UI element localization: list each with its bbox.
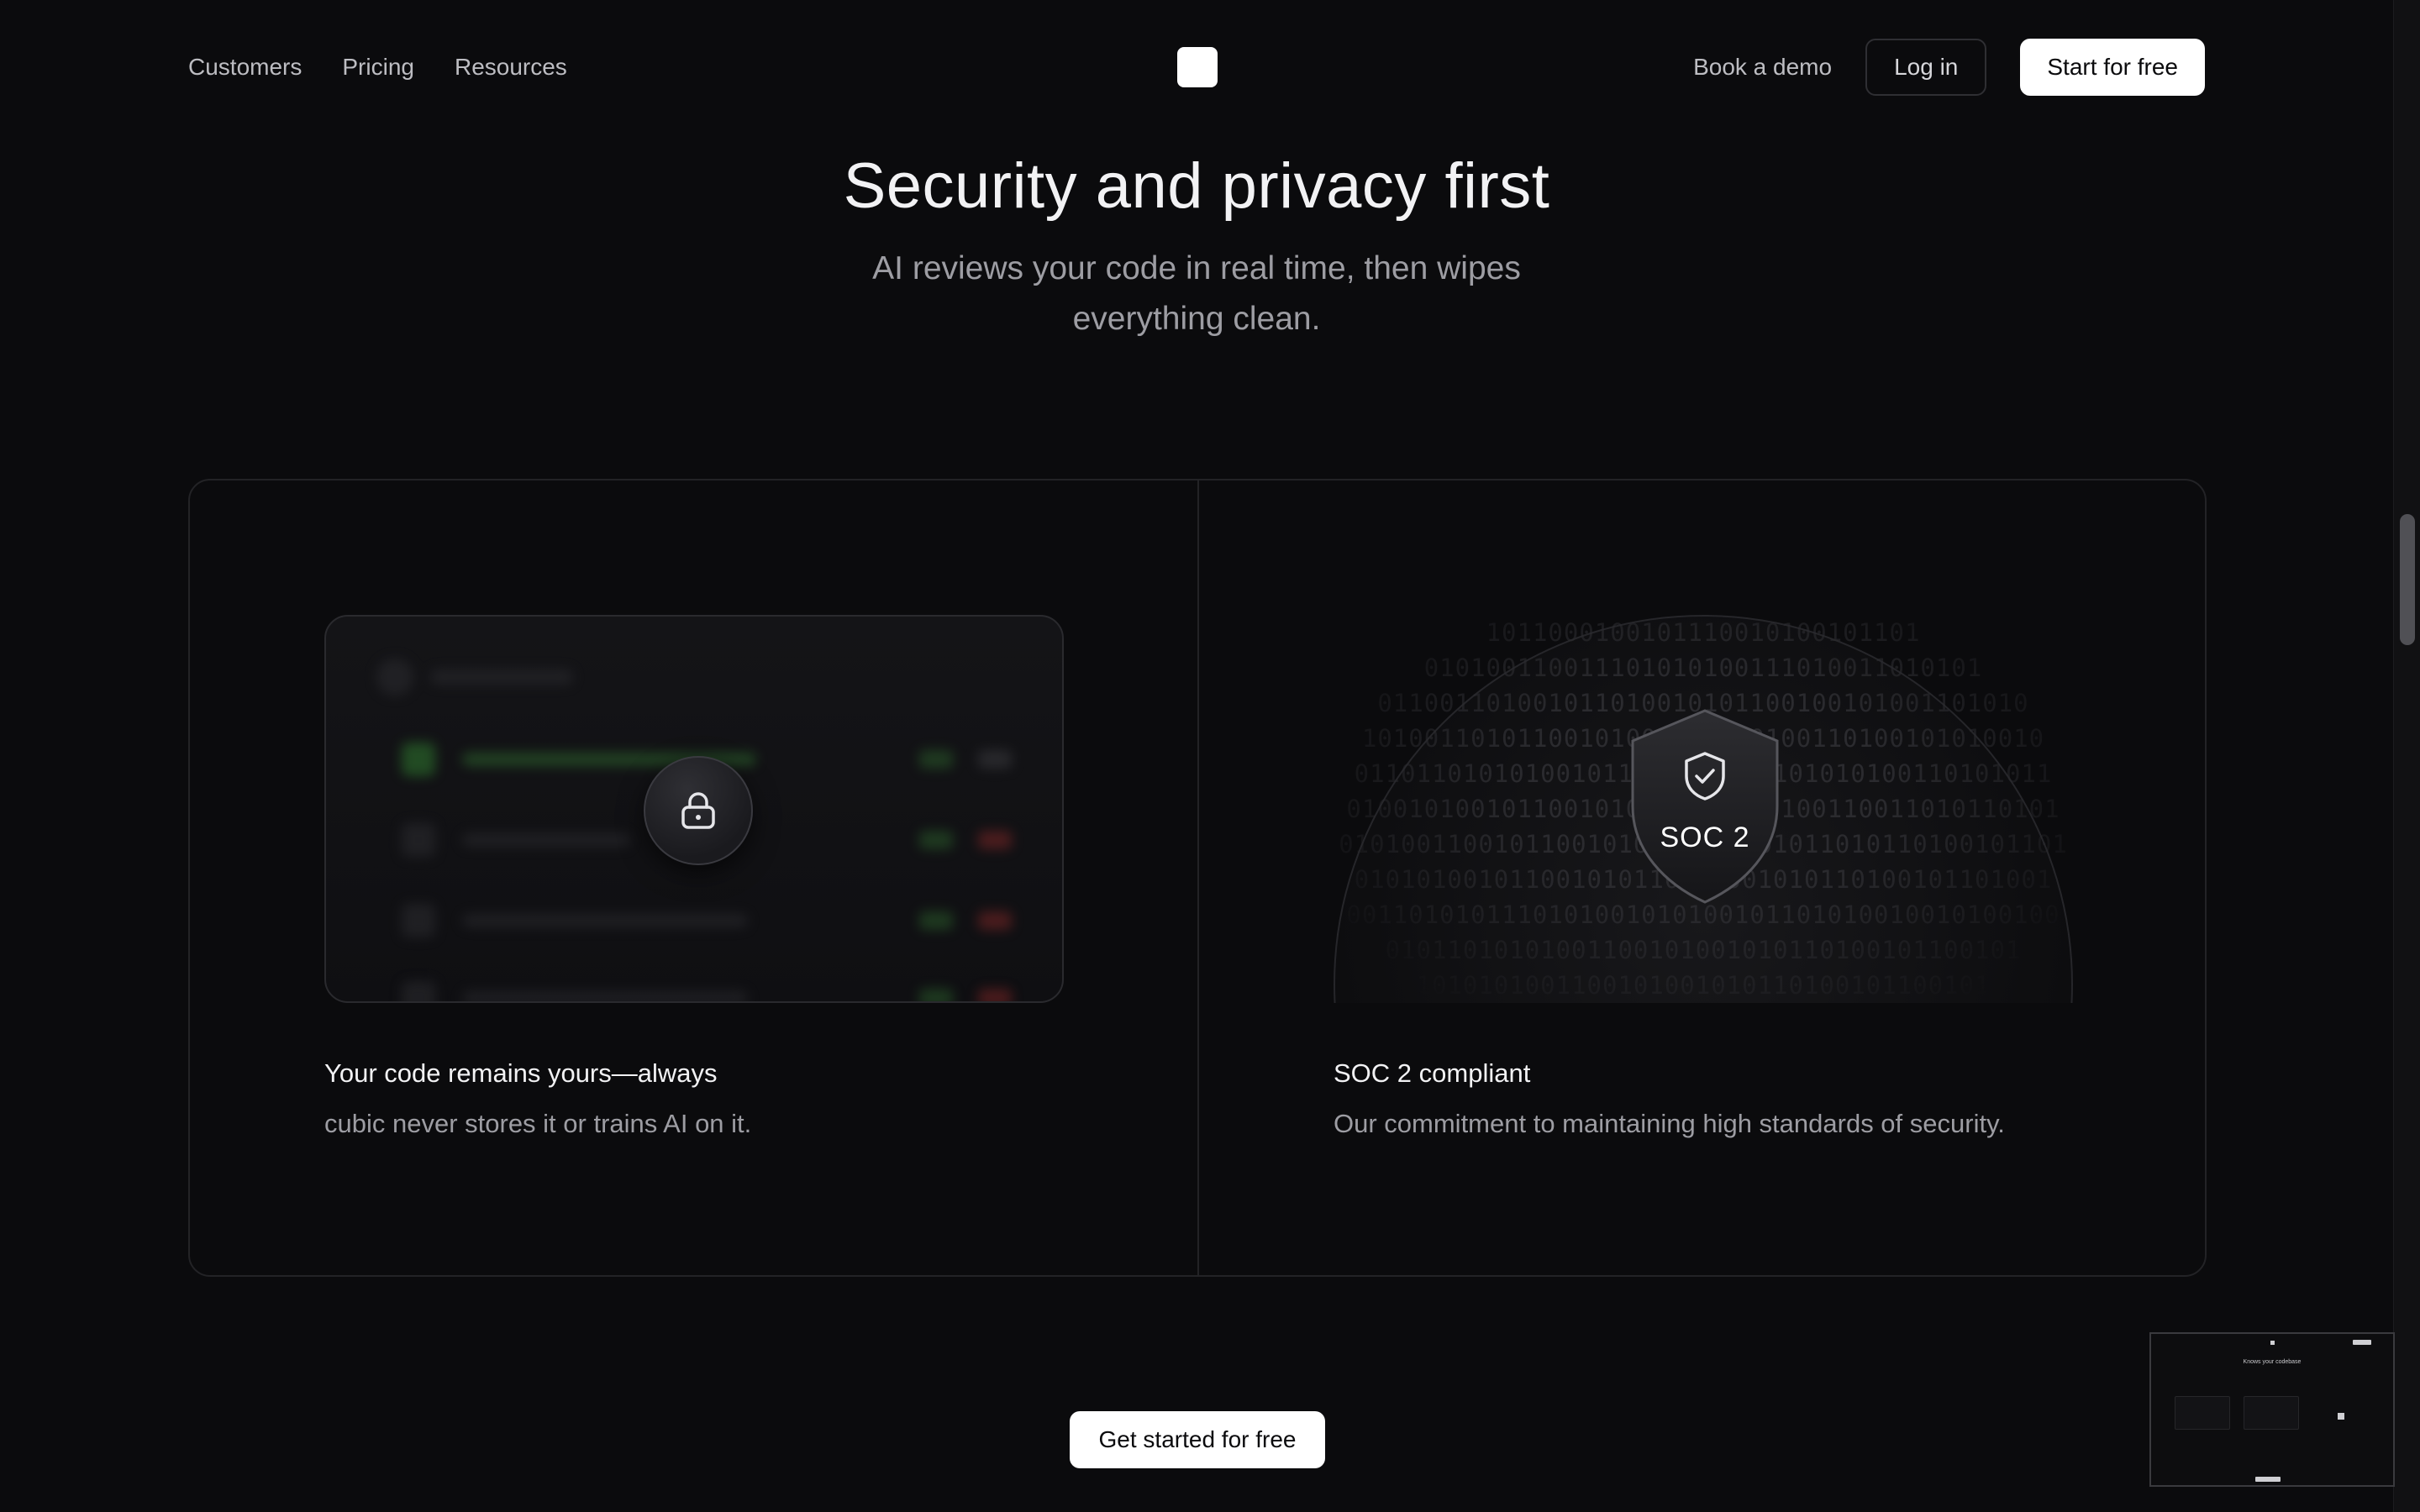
feature-card-soc2: 1011000100101110010100101101 01010011001… bbox=[1197, 480, 2205, 1275]
logo[interactable] bbox=[1177, 47, 1218, 87]
lock-badge bbox=[644, 756, 753, 865]
nav-link-customers[interactable]: Customers bbox=[188, 49, 302, 86]
nav-link-pricing[interactable]: Pricing bbox=[342, 49, 414, 86]
feature-title: Your code remains yours—always bbox=[324, 1058, 718, 1088]
feature-title: SOC 2 compliant bbox=[1334, 1058, 1531, 1088]
shield-check-icon bbox=[1685, 752, 1725, 801]
start-free-button[interactable]: Start for free bbox=[2020, 39, 2205, 96]
feature-grid: Your code remains yours—always cubic nev… bbox=[188, 479, 2207, 1277]
feature-description: cubic never stores it or trains AI on it… bbox=[324, 1109, 752, 1138]
privacy-illustration bbox=[324, 615, 1064, 1003]
page: Customers Pricing Resources Book a demo … bbox=[0, 0, 2420, 1512]
book-demo-link[interactable]: Book a demo bbox=[1693, 54, 1832, 81]
feature-description: Our commitment to maintaining high stand… bbox=[1334, 1109, 2005, 1138]
soc2-badge-label: SOC 2 bbox=[1660, 822, 1750, 853]
feature-card-privacy: Your code remains yours—always cubic nev… bbox=[190, 480, 1197, 1275]
scrollbar-thumb[interactable] bbox=[2400, 514, 2415, 645]
soc2-shield: SOC 2 bbox=[1628, 707, 1782, 906]
nav-link-resources[interactable]: Resources bbox=[455, 49, 567, 86]
soc2-illustration: 1011000100101110010100101101 01010011001… bbox=[1334, 615, 2073, 1003]
section-title: Security and privacy first bbox=[843, 150, 1550, 222]
scrollbar[interactable] bbox=[2393, 0, 2420, 1512]
login-button[interactable]: Log in bbox=[1865, 39, 1987, 96]
section-subtitle: AI reviews your code in real time, then … bbox=[872, 250, 1521, 337]
lock-icon bbox=[681, 792, 715, 829]
top-nav-left: Customers Pricing Resources bbox=[188, 49, 567, 86]
blurred-list-panel bbox=[324, 615, 1064, 1003]
top-nav-right: Book a demo Log in Start for free bbox=[1693, 39, 2205, 96]
page-minimap[interactable]: Knows your codebase bbox=[2149, 1332, 2395, 1487]
minimap-heading: Knows your codebase bbox=[2243, 1359, 2302, 1365]
get-started-button[interactable]: Get started for free bbox=[1070, 1411, 1325, 1468]
